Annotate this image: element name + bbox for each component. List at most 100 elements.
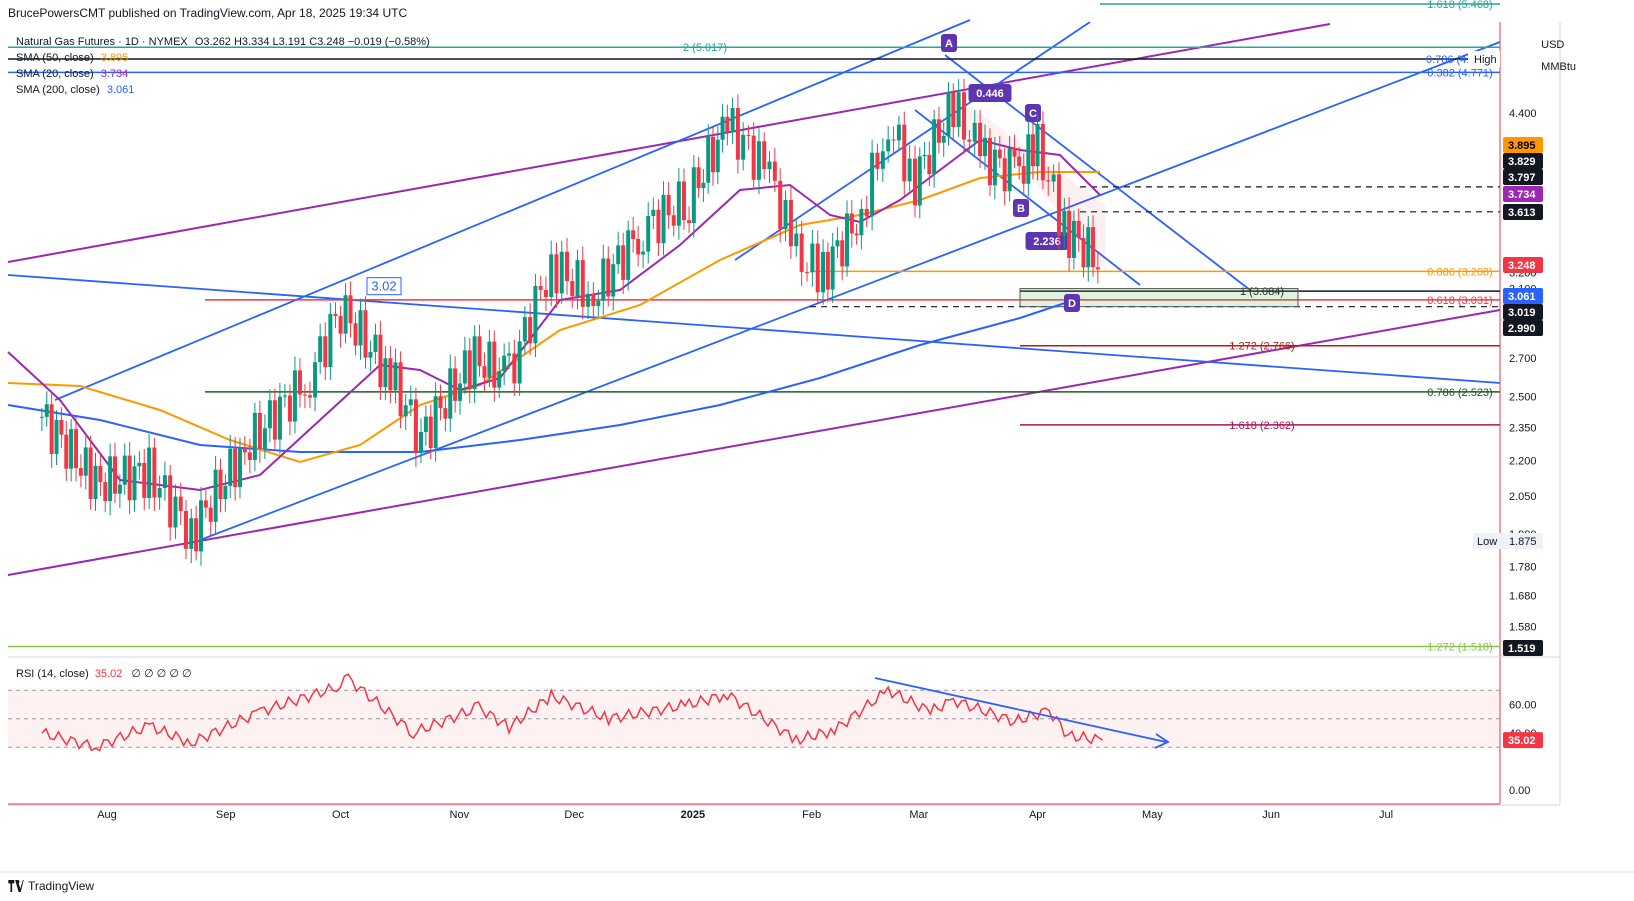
candle-body	[189, 518, 194, 549]
candle-body	[936, 119, 941, 143]
candle-body	[302, 394, 307, 396]
x-tick-label-0: Aug	[97, 809, 117, 821]
candle-body	[54, 419, 59, 454]
candle-body	[198, 500, 203, 552]
x-tick-label-9: May	[1142, 809, 1163, 821]
y-tick-label-5: 2.350	[1509, 422, 1537, 434]
candle-body	[554, 254, 559, 294]
candle-body	[854, 233, 859, 236]
symbol-title: Natural Gas Futures · 1D · NYMEX	[16, 36, 188, 48]
candle-body	[448, 368, 453, 419]
candle-body	[646, 215, 651, 252]
candle-body	[1071, 220, 1076, 258]
candle-body	[1007, 148, 1012, 192]
candle-body	[228, 448, 233, 486]
candle-body	[730, 107, 735, 133]
candle-body	[902, 124, 907, 182]
candle-body	[1035, 123, 1040, 167]
candle-body	[580, 260, 585, 307]
candle-body	[606, 258, 611, 297]
candle-body	[715, 139, 720, 173]
x-tick-label-7: Mar	[909, 809, 928, 821]
candle-body	[428, 416, 433, 449]
candle-body	[353, 323, 358, 346]
unit-box[interactable]: USD MMBtu	[1541, 34, 1576, 78]
candle-body	[257, 412, 262, 449]
candle-body	[559, 251, 564, 294]
footer-brand[interactable]: TradingView	[8, 879, 94, 893]
candle-body	[538, 285, 543, 291]
candle-body	[103, 482, 108, 502]
candle-body	[815, 243, 820, 293]
candle-body	[849, 213, 854, 234]
candle-body	[767, 161, 772, 170]
candle-body	[343, 295, 348, 334]
candle-body	[691, 167, 696, 224]
badge-2236: 2.236	[1033, 236, 1061, 248]
candle-body	[117, 484, 122, 494]
candle-body	[845, 213, 850, 267]
candle-body	[113, 456, 118, 494]
candle-body	[859, 208, 864, 236]
candle-body	[564, 251, 569, 282]
candle-body	[1051, 174, 1056, 182]
candle-body	[840, 240, 845, 267]
candle-body	[978, 122, 983, 157]
candle-body	[997, 149, 1002, 159]
price-label-9: 1.875	[1509, 536, 1537, 548]
fib-1618-low-label: 1.618 (2.362)	[1229, 420, 1294, 432]
footer-brand-label: TradingView	[28, 879, 95, 893]
candle-body	[419, 432, 424, 454]
candle-body	[183, 511, 188, 549]
price-label-3: 3.734	[1508, 189, 1536, 201]
chart-canvas[interactable]: Aug Sep Oct Nov Dec 2025 Feb Mar Apr May Jun Jul 4.4…	[0, 0, 1634, 901]
candle-body	[794, 233, 799, 247]
candle-body	[328, 313, 333, 368]
candle-body	[799, 233, 804, 272]
badge-D: D	[1068, 298, 1076, 310]
candle-body	[821, 251, 826, 293]
candle-body	[932, 119, 937, 175]
y-tick-label-6: 2.200	[1509, 456, 1537, 468]
candle-body	[1095, 267, 1100, 270]
candle-body	[233, 448, 238, 488]
candle-body	[586, 293, 591, 307]
candle-body	[701, 182, 706, 189]
candle-body	[517, 341, 522, 384]
rsi-y-tick-0: 60.00	[1509, 700, 1537, 712]
candle-body	[671, 215, 676, 226]
candle-body	[438, 396, 443, 409]
candle-body	[746, 134, 751, 136]
price-label-1: 3.829	[1508, 156, 1536, 168]
candle-body	[292, 370, 297, 422]
candle-body	[83, 447, 88, 476]
candle-body	[772, 161, 777, 181]
candle-body	[972, 122, 977, 142]
candle-body	[368, 351, 373, 358]
x-tick-label-10: Jun	[1262, 809, 1280, 821]
x-tick-label-11: Jul	[1379, 809, 1393, 821]
badge-C: C	[1029, 108, 1037, 120]
candle-body	[98, 465, 103, 483]
candle-body	[122, 455, 127, 485]
candle-body	[297, 370, 302, 395]
badge-B: B	[1017, 203, 1025, 215]
unit-label: MMBtu	[1541, 61, 1576, 73]
y-tick-label-9: 1.780	[1509, 562, 1537, 574]
rsi-last-label: 35.02	[1508, 735, 1536, 747]
candle-body	[223, 485, 228, 500]
candle-body	[272, 400, 277, 440]
candle-body	[313, 362, 318, 398]
x-tick-label-6: Feb	[802, 809, 821, 821]
candle-body	[570, 281, 575, 297]
candle-body	[423, 416, 428, 433]
candle-body	[49, 404, 54, 454]
candle-body	[710, 136, 715, 173]
candle-body	[522, 317, 527, 342]
candle-body	[880, 151, 885, 169]
rsi-value: 35.02	[94, 668, 123, 680]
candle-body	[383, 358, 388, 388]
candle-body	[756, 141, 761, 180]
candle-body	[778, 180, 783, 230]
candle-body	[725, 116, 730, 133]
